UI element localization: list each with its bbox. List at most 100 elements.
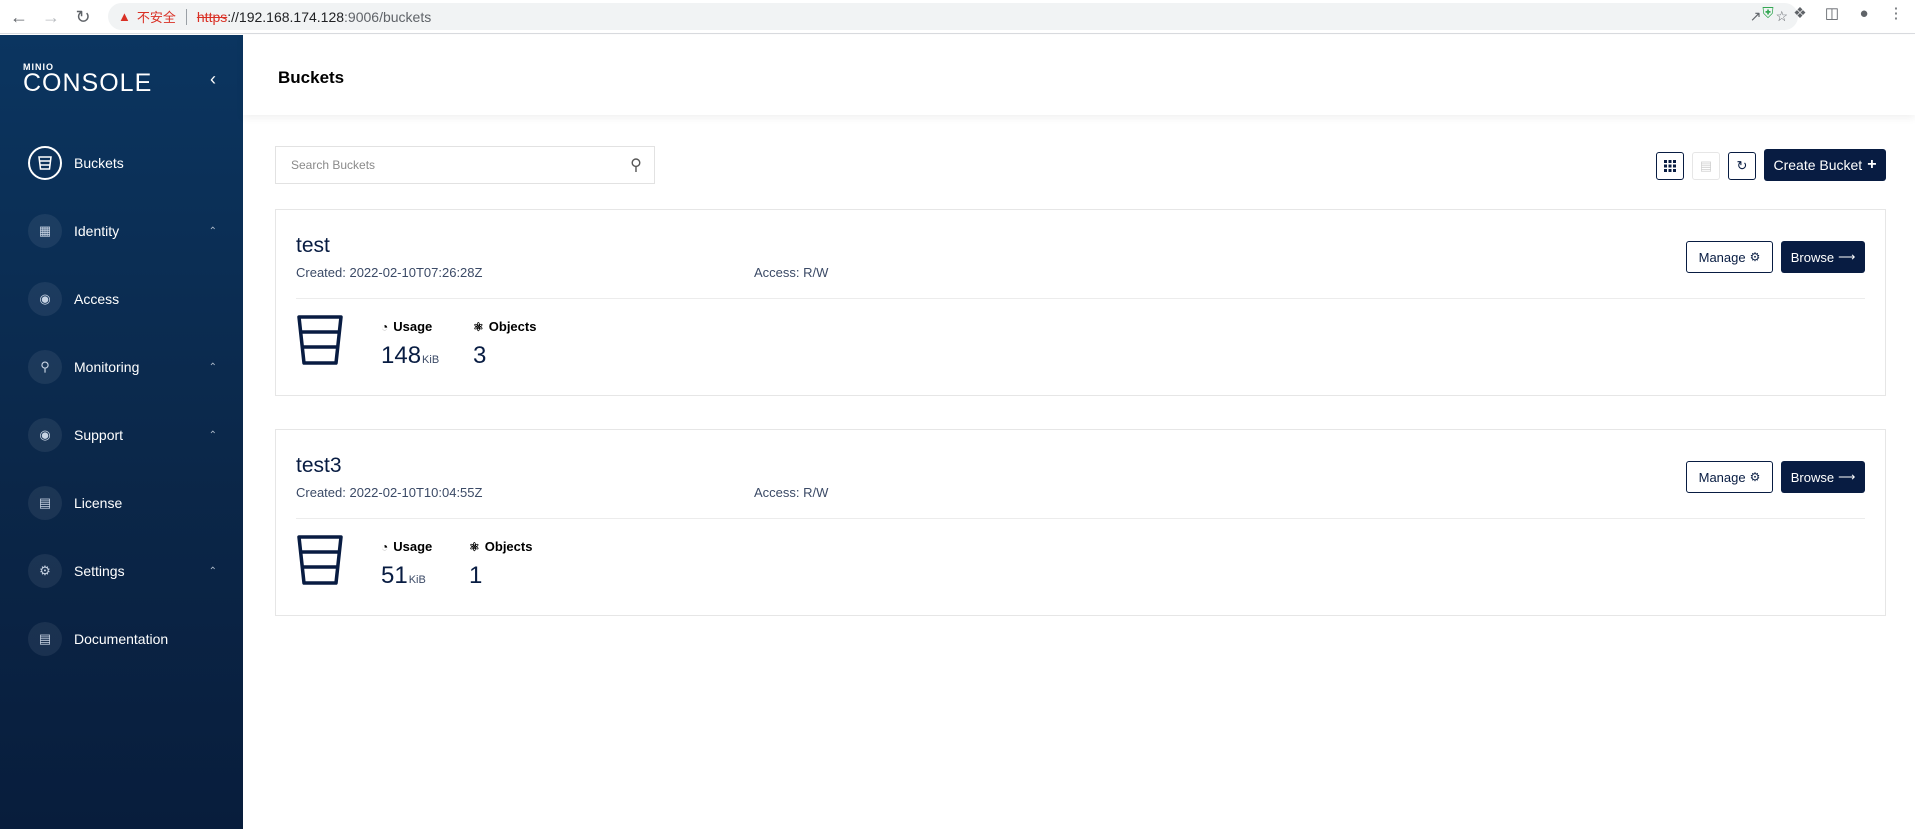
- sidebar-item-label: License: [74, 495, 123, 511]
- browse-label: Browse: [1790, 469, 1835, 485]
- bucket-icon: [28, 146, 62, 180]
- sidebar: MINIO CONSOLE ‹ Buckets ▦ Identity ⌃ ◉ A…: [0, 35, 243, 829]
- omnibox-separator: [185, 8, 187, 25]
- browse-button[interactable]: Browse ⟶: [1781, 241, 1865, 273]
- grid-icon: [1664, 160, 1676, 172]
- page-title: Buckets: [278, 68, 345, 87]
- sidebar-item-label: Documentation: [74, 631, 169, 647]
- browse-button[interactable]: Browse ⟶: [1781, 461, 1865, 493]
- sidebar-item-documentation[interactable]: ▤ Documentation: [28, 621, 223, 657]
- manage-label: Manage: [1698, 249, 1746, 265]
- sidebar-item-label: Monitoring: [74, 359, 140, 375]
- search-input[interactable]: [276, 158, 618, 172]
- arrow-right-icon: ⟶: [1838, 250, 1856, 264]
- warning-icon: ▲: [118, 9, 131, 24]
- search-icon[interactable]: ⚲: [618, 155, 654, 175]
- insecure-label: 不安全: [136, 10, 176, 25]
- objects-label: Objects: [488, 319, 537, 334]
- bucket-name[interactable]: test: [296, 234, 330, 258]
- objects-value: 1: [469, 562, 483, 589]
- bucket-access: Access: R/W: [754, 265, 829, 280]
- sidebar-item-label: Identity: [74, 223, 120, 239]
- refresh-icon: ↻: [1736, 158, 1748, 173]
- usage-value: 51: [381, 562, 408, 589]
- search-box: ⚲: [275, 146, 655, 184]
- browse-label: Browse: [1790, 249, 1835, 265]
- bucket-card: test3 Created: 2022-02-10T10:04:55Z Acce…: [275, 429, 1886, 616]
- sidebar-item-identity[interactable]: ▦ Identity ⌃: [28, 213, 223, 249]
- objects-value: 3: [473, 342, 487, 369]
- usage-label: Usage: [393, 319, 433, 334]
- manage-button[interactable]: Manage ⚙: [1686, 241, 1773, 273]
- card-divider: [296, 298, 1865, 299]
- bucket-name[interactable]: test3: [296, 454, 342, 478]
- objects-metric: ⚛ Objects 3: [473, 319, 536, 370]
- profile-avatar-icon[interactable]: ●: [1855, 4, 1873, 22]
- menu-dots-icon[interactable]: ⋮: [1887, 4, 1905, 22]
- objects-label: Objects: [484, 539, 533, 554]
- sidebar-item-buckets[interactable]: Buckets: [28, 145, 223, 181]
- reload-icon[interactable]: ↻: [68, 2, 98, 32]
- sidebar-item-label: Buckets: [74, 155, 124, 171]
- grid-view-button[interactable]: [1656, 152, 1684, 180]
- extensions-puzzle-icon[interactable]: ❖: [1791, 4, 1809, 22]
- gear-icon: ⚙: [1749, 250, 1761, 264]
- plus-icon: +: [1867, 156, 1877, 173]
- bucket-access: Access: R/W: [754, 485, 829, 500]
- usage-unit: KiB: [422, 354, 440, 366]
- forward-icon[interactable]: →: [36, 2, 66, 32]
- side-panel-icon[interactable]: ◫: [1823, 4, 1841, 22]
- documentation-icon: ▤: [28, 622, 62, 656]
- usage-value: 148: [381, 342, 422, 369]
- id-card-icon: ▦: [28, 214, 62, 248]
- usage-unit: KiB: [408, 574, 426, 586]
- usage-label: Usage: [393, 539, 433, 554]
- chevron-up-icon: ⌃: [208, 361, 217, 373]
- back-icon[interactable]: ←: [4, 2, 34, 32]
- manage-button[interactable]: Manage ⚙: [1686, 461, 1773, 493]
- usage-metric: ◔ Usage 51KiB: [381, 539, 432, 590]
- sidebar-item-label: Support: [74, 427, 124, 443]
- sidebar-item-license[interactable]: ▤ License: [28, 485, 223, 521]
- create-bucket-button[interactable]: Create Bucket +: [1764, 149, 1886, 181]
- magnifier-chart-icon: ⚲: [28, 350, 62, 384]
- gear-icon: ⚙: [28, 554, 62, 588]
- shield-extension-icon[interactable]: ⛨: [1759, 4, 1777, 22]
- support-icon: ◉: [28, 418, 62, 452]
- chevron-up-icon: ⌃: [208, 225, 217, 237]
- manage-label: Manage: [1698, 469, 1746, 485]
- collapse-sidebar-icon[interactable]: ‹: [210, 69, 216, 90]
- license-document-icon: ▤: [28, 486, 62, 520]
- trash-icon: ▤: [1699, 158, 1713, 173]
- sidebar-item-settings[interactable]: ⚙ Settings ⌃: [28, 553, 223, 589]
- logo-big-text: CONSOLE: [23, 69, 153, 97]
- sidebar-item-access[interactable]: ◉ Access: [28, 281, 223, 317]
- create-bucket-label: Create Bucket: [1773, 157, 1863, 173]
- page-header: Buckets: [243, 35, 1915, 115]
- pie-chart-icon: ◔: [381, 539, 389, 554]
- delete-bucket-button[interactable]: ▤: [1692, 152, 1720, 180]
- usage-metric: ◔ Usage 148KiB: [381, 319, 439, 370]
- bucket-card: test Created: 2022-02-10T07:26:28Z Acces…: [275, 209, 1886, 396]
- bucket-icon: [297, 535, 343, 585]
- sidebar-item-label: Settings: [74, 563, 125, 579]
- chevron-up-icon: ⌃: [208, 565, 217, 577]
- address-bar[interactable]: ▲ 不安全 https://192.168.174.128:9006/bucke…: [108, 3, 1798, 30]
- bucket-icon: [297, 315, 343, 365]
- sidebar-item-label: Access: [74, 291, 120, 307]
- url-scheme: https: [196, 8, 228, 25]
- refresh-button[interactable]: ↻: [1728, 152, 1756, 180]
- url-path: :9006/buckets: [344, 8, 432, 25]
- bucket-created: Created: 2022-02-10T07:26:28Z: [296, 265, 483, 280]
- sidebar-item-monitoring[interactable]: ⚲ Monitoring ⌃: [28, 349, 223, 385]
- objects-metric: ⚛ Objects 1: [469, 539, 532, 590]
- card-divider: [296, 518, 1865, 519]
- lock-icon: ◉: [28, 282, 62, 316]
- url-host: ://192.168.174.128: [227, 8, 345, 25]
- browser-toolbar: ← → ↻ ▲ 不安全 https://192.168.174.128:9006…: [0, 0, 1915, 34]
- gear-icon: ⚙: [1749, 470, 1761, 484]
- sidebar-item-support[interactable]: ◉ Support ⌃: [28, 417, 223, 453]
- bucket-created: Created: 2022-02-10T10:04:55Z: [296, 485, 483, 500]
- objects-icon: ⚛: [473, 319, 484, 334]
- minio-logo: MINIO CONSOLE: [23, 62, 153, 97]
